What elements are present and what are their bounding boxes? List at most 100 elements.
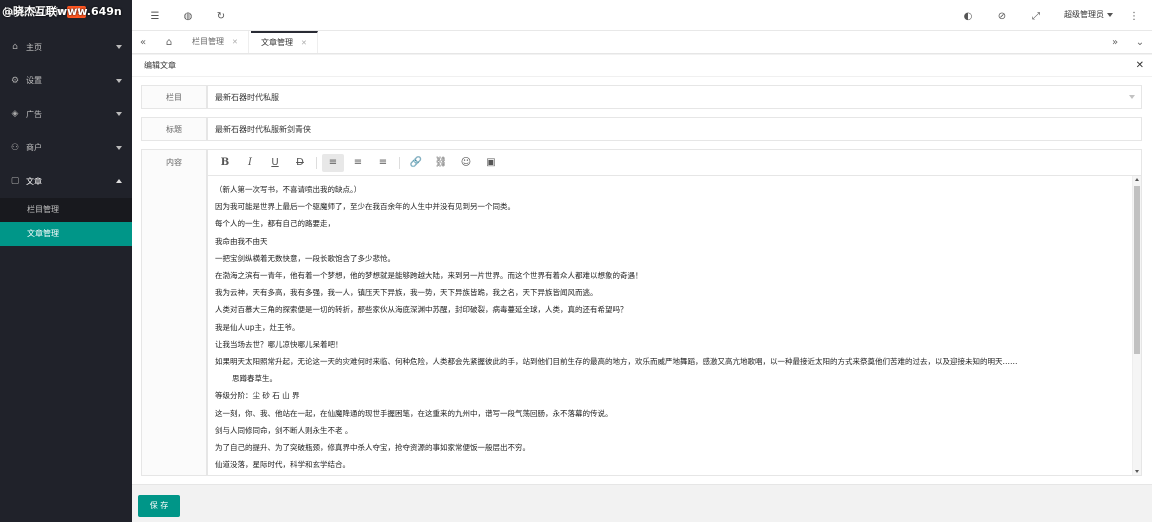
document-icon: ▢ — [10, 176, 20, 187]
tabs-scroll-right-icon[interactable]: » — [1104, 31, 1126, 53]
home-icon: ⌂ — [12, 42, 18, 53]
underline-icon[interactable]: U — [264, 154, 286, 172]
chevron-down-icon — [116, 112, 122, 117]
diamond-icon: ◈ — [11, 109, 19, 120]
content-line: 我命由我不由天 — [215, 236, 268, 246]
gear-icon: ⚙ — [10, 75, 20, 86]
content-line: 为了自己的提升、为了突破瓶颈，修真界中杀人夺宝，抢夺资源的事如家常便饭一般层出不… — [215, 443, 530, 453]
users-icon: ⚇ — [10, 142, 20, 153]
tabs-dropdown-icon[interactable]: ⌄ — [1129, 31, 1151, 53]
content-line: 我是仙人up主，灶王爷。 — [215, 322, 300, 332]
more-vertical-icon[interactable]: ⋮ — [1128, 10, 1140, 22]
tabs-scroll-left-icon[interactable]: « — [132, 31, 154, 53]
sidebar-item-label: 商户 — [26, 143, 42, 153]
tab-category-manage[interactable]: 栏目管理 ✕ — [182, 31, 249, 53]
scroll-down-icon[interactable] — [1135, 470, 1139, 473]
tab-bar: « ⌂ 栏目管理 ✕ 文章管理 ✕ » ⌄ — [132, 31, 1152, 54]
sidebar-item-label: 文章 — [26, 176, 42, 186]
align-center-icon[interactable]: ≡ — [347, 154, 369, 172]
tag-icon[interactable]: ⊘ — [996, 10, 1008, 22]
content-row: 内容 B I U D ≡ ≡ ≡ 🔗 ⛓ ☺ ▣ （新人第一次写书，不喜请喷出我… — [141, 149, 1142, 476]
top-bar: ☰ ◍ ↻ ◐ ⊘ ⤢ 超级管理员 ⋮ — [132, 0, 1152, 31]
sidebar-subitem-article-manage[interactable]: 文章管理 — [0, 222, 132, 246]
unlink-icon[interactable]: ⛓ — [430, 154, 452, 172]
tab-article-manage[interactable]: 文章管理 ✕ — [251, 31, 318, 53]
editor-content[interactable]: （新人第一次写书，不喜请喷出我的缺点。） 因为我可能是世界上最后一个驱魔师了，至少… — [208, 176, 1131, 475]
sidebar-item-articles[interactable]: ▢ 文章 — [0, 165, 132, 199]
user-menu[interactable]: 超级管理员 — [1064, 9, 1113, 20]
title-label: 标题 — [141, 117, 207, 141]
content-line: 仙道没落，星际时代，科学和玄学结合。 — [215, 460, 350, 470]
sidebar-item-label: 设置 — [26, 76, 42, 86]
content-line: 因为我可能是世界上最后一个驱魔师了，至少在我百余年的人生中并没有见到另一个同类。 — [215, 202, 515, 212]
tab-label: 文章管理 — [261, 38, 293, 47]
content-line: （新人第一次写书，不喜请喷出我的缺点。） — [215, 185, 362, 194]
home-tab-icon[interactable]: ⌂ — [158, 31, 180, 53]
content-line: 等级分阶：尘 砂 石 山 界 — [215, 391, 300, 401]
link-icon[interactable]: 🔗 — [405, 154, 427, 172]
fullscreen-icon[interactable]: ⤢ — [1030, 10, 1042, 22]
panel-header: 编辑文章 ✕ — [132, 55, 1152, 77]
content-label: 内容 — [141, 149, 207, 476]
category-value: 最新石器时代私服 — [215, 92, 279, 102]
chevron-down-icon — [116, 145, 122, 150]
toolbar-divider — [399, 156, 400, 169]
italic-icon[interactable]: I — [239, 154, 261, 172]
scroll-thumb[interactable] — [1134, 186, 1140, 354]
sidebar-item-label: 广告 — [26, 109, 42, 119]
sidebar-item-settings[interactable]: ⚙ 设置 — [0, 64, 132, 98]
edit-panel: 编辑文章 ✕ 栏目 最新石器时代私服 标题 最新石器时代私服新剑青侠 内容 B … — [132, 55, 1152, 522]
tab-label: 栏目管理 — [192, 37, 224, 46]
theme-icon[interactable]: ◐ — [962, 10, 974, 22]
rich-text-editor: B I U D ≡ ≡ ≡ 🔗 ⛓ ☺ ▣ （新人第一次写书，不喜请喷出我的缺点… — [207, 149, 1142, 476]
align-right-icon[interactable]: ≡ — [372, 154, 394, 172]
image-icon[interactable]: ▣ — [480, 154, 502, 172]
watermark-text: @晓杰互联www.649n — [2, 5, 122, 18]
sidebar: layuiAdmin V1 ⌂ 主页 ⚙ 设置 ◈ 广告 ⚇ 商户 ▢ 文章 栏目… — [0, 0, 132, 522]
menu-fold-icon[interactable]: ☰ — [149, 10, 161, 22]
sidebar-subitem-category-manage[interactable]: 栏目管理 — [0, 198, 132, 222]
sidebar-item-label: 主页 — [26, 42, 42, 52]
content-line: 一把宝剑纵横着无数快意，一段长歌饱含了多少悲怆。 — [215, 253, 395, 263]
chevron-up-icon — [116, 179, 122, 184]
title-row: 标题 最新石器时代私服新剑青侠 — [141, 117, 1142, 141]
sidebar-item-merchants[interactable]: ⚇ 商户 — [0, 131, 132, 165]
category-row: 栏目 最新石器时代私服 — [141, 85, 1142, 109]
globe-icon[interactable]: ◍ — [182, 10, 194, 22]
close-icon[interactable]: ✕ — [301, 39, 307, 47]
sidebar-item-ads[interactable]: ◈ 广告 — [0, 98, 132, 132]
scroll-up-icon[interactable] — [1135, 178, 1139, 181]
chevron-down-icon — [1129, 95, 1135, 99]
content-line: 在渤海之滨有一青年，他有着一个梦想，他的梦想就是能够跨越大陆，来到另一片世界。而… — [215, 271, 643, 281]
sidebar-submenu: 栏目管理 文章管理 — [0, 198, 132, 246]
content-line: 每个人的一生，都有自己的路要走， — [215, 219, 335, 229]
emoji-icon[interactable]: ☺ — [455, 154, 477, 172]
chevron-down-icon — [116, 45, 122, 50]
category-label: 栏目 — [141, 85, 207, 109]
title-input[interactable]: 最新石器时代私服新剑青侠 — [207, 117, 1142, 141]
content-line: 剑与人同修同命，剑不断人则永生不老 。 — [215, 425, 353, 435]
chevron-down-icon — [116, 78, 122, 83]
caret-down-icon — [1107, 12, 1113, 17]
content-line: 如果明天太阳照常升起，无论这一天的灾难何时来临、何种危险，人类都会先紧握彼此的手… — [215, 357, 1018, 367]
refresh-icon[interactable]: ↻ — [215, 10, 227, 22]
toolbar-divider — [316, 156, 317, 169]
save-bar: 保 存 — [132, 484, 1152, 522]
strikethrough-icon[interactable]: D — [289, 154, 311, 172]
close-icon[interactable]: ✕ — [1136, 55, 1144, 77]
content-line: 这一刻，你、我、他站在一起，在仙魔降通的现世手握困笔，在这重来的九州中，谱写一段… — [215, 408, 613, 418]
align-left-icon[interactable]: ≡ — [322, 153, 344, 172]
sidebar-item-home[interactable]: ⌂ 主页 — [0, 31, 132, 65]
content-line: 让我当场去世？哪儿凉快哪儿呆着吧！ — [215, 339, 343, 349]
editor-toolbar: B I U D ≡ ≡ ≡ 🔗 ⛓ ☺ ▣ — [208, 150, 1141, 176]
content-line: 思蹲春草生。 — [232, 374, 277, 384]
editor-scrollbar[interactable] — [1132, 176, 1141, 475]
content-line: 我为云神，天有多高，我有多强，我一人，镇压天下异族，我一势，天下异族皆跪，我之名… — [215, 288, 598, 298]
save-button[interactable]: 保 存 — [138, 495, 180, 517]
user-name: 超级管理员 — [1064, 10, 1104, 19]
content-line: 人类对百慕大三角的探索便是一切的转折，那些家伙从海底深渊中苏醒，封印破裂，病毒蔓… — [215, 305, 628, 315]
category-select[interactable]: 最新石器时代私服 — [207, 85, 1142, 109]
bold-icon[interactable]: B — [214, 154, 236, 172]
panel-title: 编辑文章 — [144, 61, 176, 70]
close-icon[interactable]: ✕ — [232, 38, 238, 46]
